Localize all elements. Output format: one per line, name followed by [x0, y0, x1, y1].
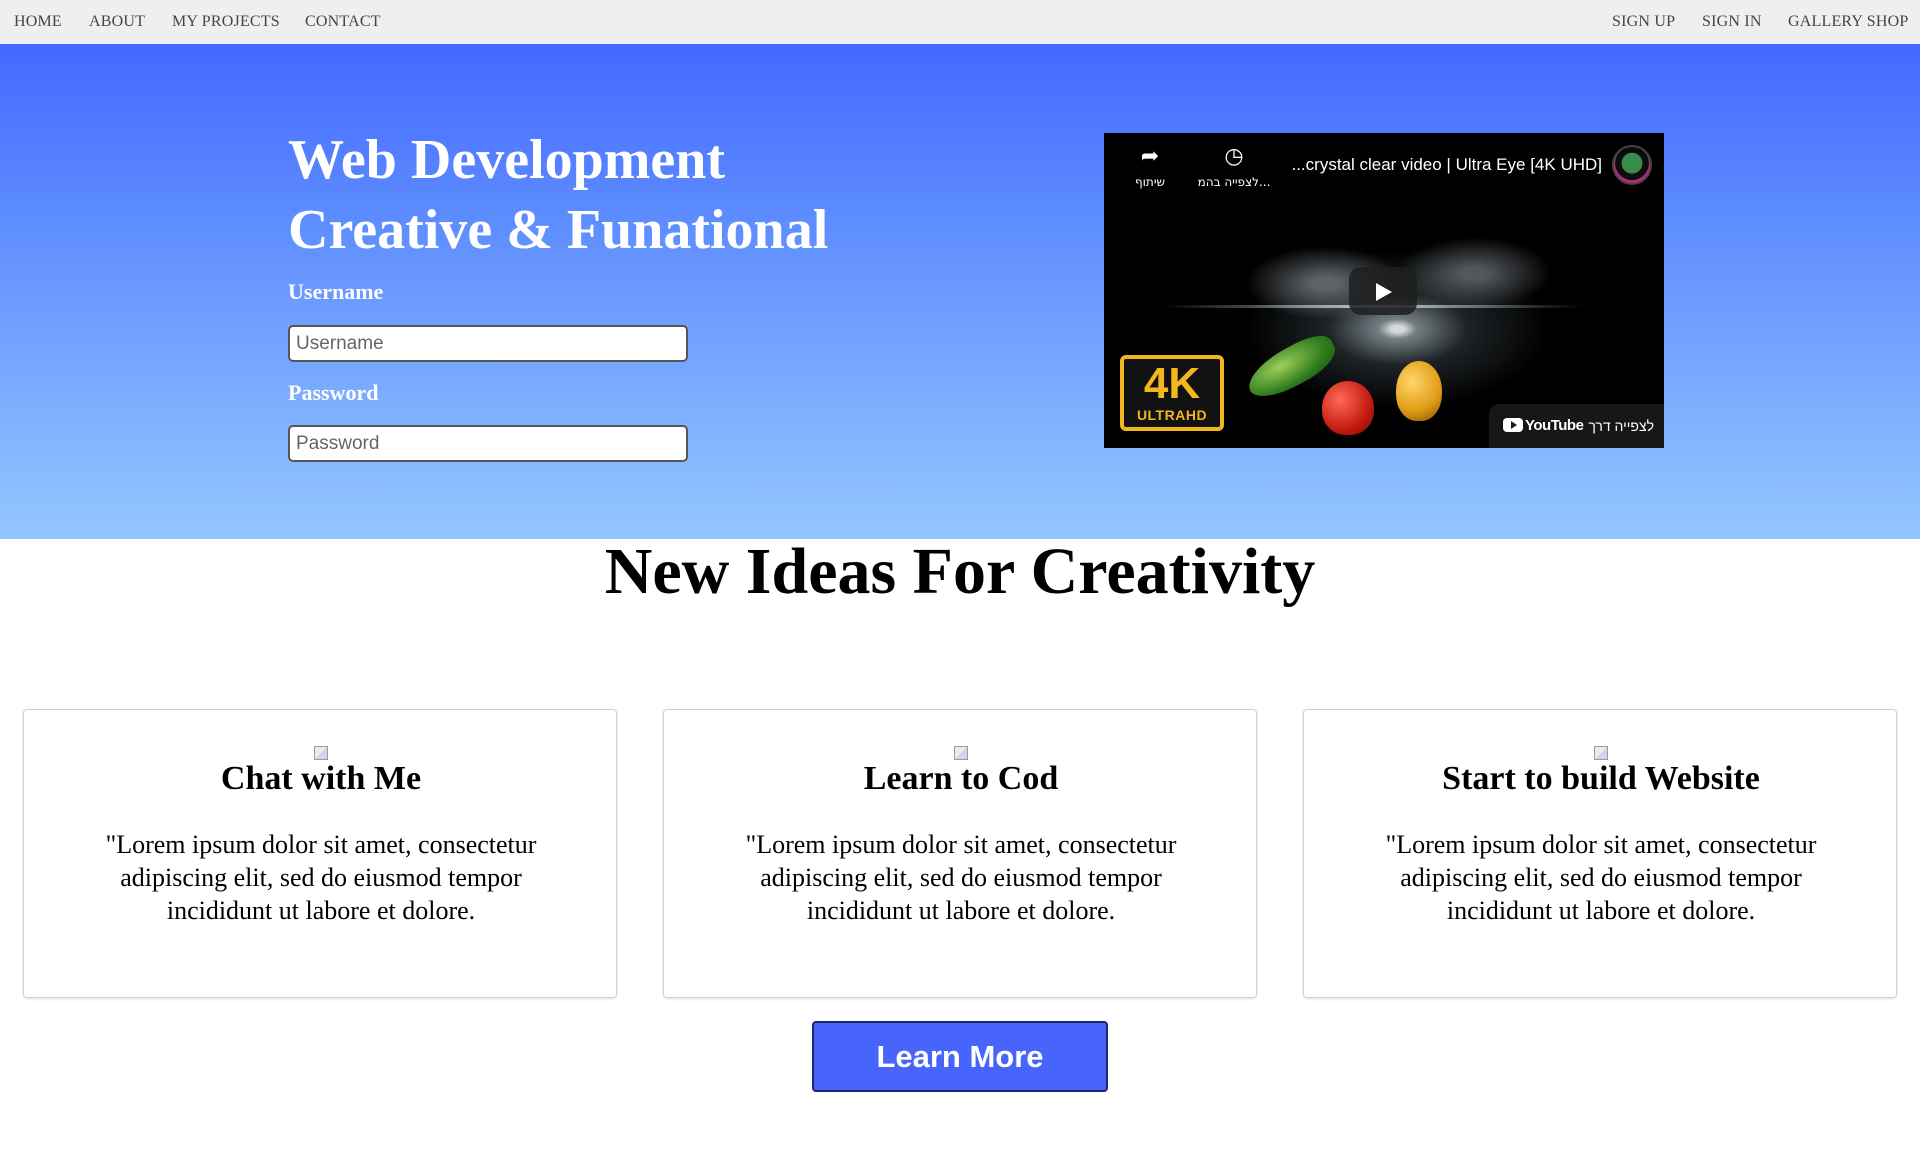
learn-more-button[interactable]: Learn More [812, 1021, 1108, 1092]
clock-icon: ◷ [1224, 144, 1244, 169]
watch-on-label: לצפייה דרך [1588, 418, 1654, 434]
badge-4k-text: 4K [1143, 359, 1201, 408]
watch-later-label: לצפייה בהמ... [1197, 175, 1271, 189]
card-title: Learn to Cod [863, 760, 1059, 797]
video-top-bar: ➦ שיתוף ◷ לצפייה בהמ... ...crystal clear… [1104, 133, 1664, 203]
card-chat-with-me: Chat with Me "Lorem ipsum dolor sit amet… [23, 709, 617, 998]
password-label: Password [288, 380, 379, 405]
youtube-logo: YouTube [1503, 417, 1584, 434]
card-learn-to-cod: Learn to Cod "Lorem ipsum dolor sit amet… [663, 709, 1257, 998]
share-icon: ➦ [1140, 144, 1160, 169]
channel-avatar[interactable] [1612, 145, 1652, 185]
broken-image-icon [314, 746, 328, 760]
card-title: Chat with Me [220, 760, 422, 797]
watch-later-button[interactable]: ◷ לצפייה בהמ... [1194, 144, 1274, 190]
youtube-video-embed[interactable]: ➦ שיתוף ◷ לצפייה בהמ... ...crystal clear… [1104, 133, 1664, 448]
password-input[interactable] [288, 425, 688, 462]
card-text: "Lorem ipsum dolor sit amet, consectetur… [1385, 830, 1817, 925]
watch-on-youtube-button[interactable]: YouTube לצפייה דרך [1489, 404, 1664, 448]
nav-about[interactable]: ABOUT [89, 13, 145, 31]
red-pepper-image [1322, 381, 1374, 435]
card-text: "Lorem ipsum dolor sit amet, consectetur… [745, 830, 1177, 925]
section-title: New Ideas For Creativity [604, 535, 1316, 608]
top-navbar: HOME ABOUT MY PROJECTS CONTACT SIGN UP S… [0, 0, 1920, 44]
nav-contact[interactable]: CONTACT [305, 13, 381, 31]
badge-ultrahd-text: ULTRAHD [1136, 407, 1208, 423]
hero-section: Web Development Creative & Funational Us… [0, 44, 1920, 539]
yellow-pepper-image [1396, 361, 1442, 421]
play-icon [1376, 283, 1392, 301]
4k-ultrahd-badge: 4K ULTRAHD [1120, 355, 1224, 431]
nav-home[interactable]: HOME [14, 13, 62, 31]
youtube-logo-text: YouTube [1525, 417, 1584, 434]
broken-image-icon [1594, 746, 1608, 760]
nav-gallery-shop[interactable]: GALLERY SHOP [1788, 13, 1909, 31]
card-title: Start to build Website [1442, 760, 1760, 797]
nav-my-projects[interactable]: MY PROJECTS [172, 13, 280, 31]
hero-title-line-2: Creative & Funational [288, 199, 829, 261]
hero-title-line-1: Web Development [288, 129, 726, 191]
hero-title: Web Development Creative & Funational [288, 125, 908, 265]
nav-sign-in[interactable]: SIGN IN [1702, 13, 1762, 31]
username-input[interactable] [288, 325, 688, 362]
card-start-to-build-website: Start to build Website "Lorem ipsum dolo… [1303, 709, 1897, 998]
card-text: "Lorem ipsum dolor sit amet, consectetur… [105, 830, 537, 925]
username-label: Username [288, 279, 384, 304]
share-label: שיתוף [1134, 175, 1166, 189]
broken-image-icon [954, 746, 968, 760]
play-button[interactable] [1349, 267, 1417, 315]
video-title[interactable]: ...crystal clear video | Ultra Eye [4K U… [1291, 155, 1602, 175]
share-button[interactable]: ➦ שיתוף [1110, 144, 1190, 190]
nav-sign-up[interactable]: SIGN UP [1612, 13, 1675, 31]
